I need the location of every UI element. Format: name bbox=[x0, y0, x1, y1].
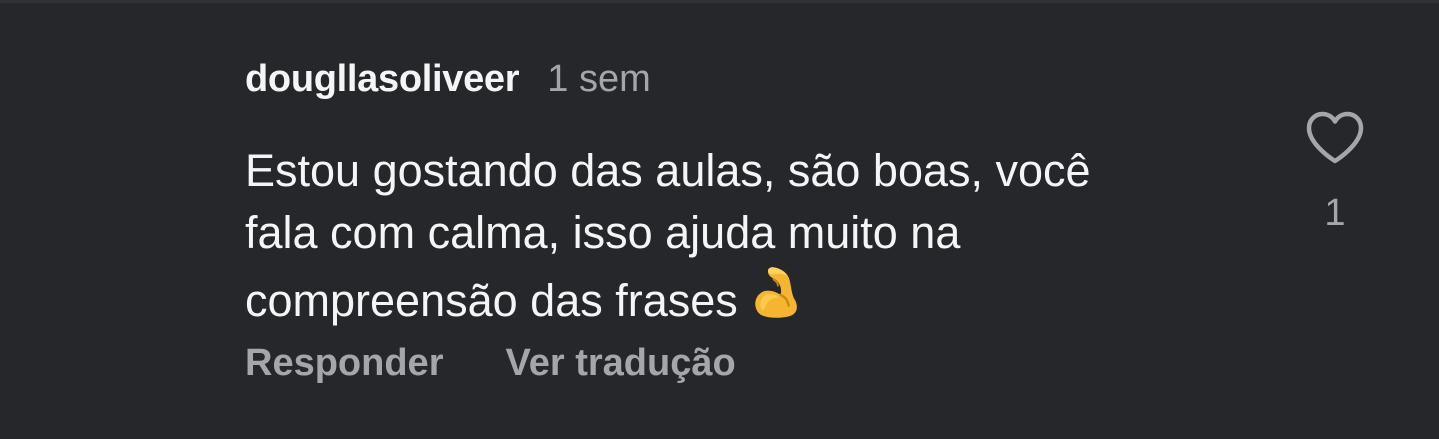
comment-actions: Responder Ver tradução bbox=[245, 342, 736, 385]
flexed-biceps-emoji bbox=[755, 267, 797, 318]
comment-text-line-content: compreensão das frases bbox=[245, 275, 738, 326]
comment-timestamp: 1 sem bbox=[547, 58, 651, 100]
comment-text-line-last: compreensão das frases bbox=[245, 264, 1265, 332]
reply-button[interactable]: Responder bbox=[245, 342, 443, 385]
top-divider bbox=[0, 0, 1439, 3]
comment-header: dougllasoliveer 1 sem bbox=[245, 58, 651, 101]
translate-button[interactable]: Ver tradução bbox=[505, 342, 735, 385]
like-count: 1 bbox=[1324, 192, 1346, 234]
comment-text-line: fala com calma, isso ajuda muito na bbox=[245, 207, 961, 258]
comment-text-line: Estou gostando das aulas, são boas, você bbox=[245, 145, 1091, 196]
comment-username[interactable]: dougllasoliveer bbox=[245, 58, 520, 101]
heart-outline-icon[interactable] bbox=[1304, 110, 1366, 166]
like-area: 1 bbox=[1300, 110, 1370, 235]
comment-text: Estou gostando das aulas, são boas, você… bbox=[245, 140, 1265, 332]
comment-frame: dougllasoliveer 1 sem Estou gostando das… bbox=[0, 0, 1439, 439]
